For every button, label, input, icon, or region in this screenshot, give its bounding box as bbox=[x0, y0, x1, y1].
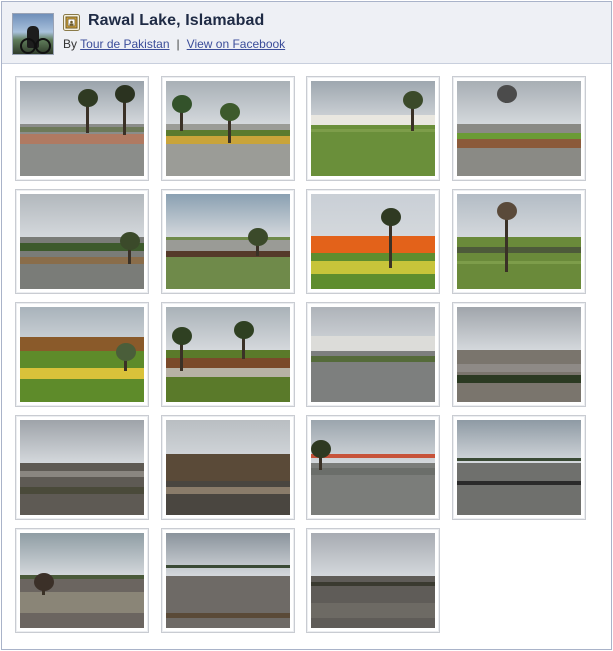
by-label: By bbox=[63, 37, 78, 51]
photo-image bbox=[311, 307, 435, 402]
album-widget: Rawal Lake, Islamabad By Tour de Pakista… bbox=[1, 1, 612, 650]
photo-thumbnail-wooden-bench-path[interactable] bbox=[161, 302, 295, 407]
photo-thumbnail-rocky-lakeshore-sunset[interactable] bbox=[306, 528, 440, 633]
photo-image bbox=[311, 533, 435, 628]
view-on-facebook-link[interactable]: View on Facebook bbox=[187, 37, 286, 51]
photo-image bbox=[20, 420, 144, 515]
photo-image bbox=[166, 533, 290, 628]
photo-thumbnail-bare-tree-lawn[interactable] bbox=[452, 189, 586, 294]
photo-thumbnail-gazebo-flower-garden[interactable] bbox=[15, 302, 149, 407]
photo-thumbnail-lake-shore-hut[interactable] bbox=[15, 528, 149, 633]
photo-image bbox=[166, 307, 290, 402]
photo-thumbnail-thatched-hut-deck[interactable] bbox=[161, 415, 295, 520]
author-link[interactable]: Tour de Pakistan bbox=[80, 37, 169, 51]
photo-image bbox=[20, 194, 144, 289]
photo-image bbox=[311, 420, 435, 515]
album-header: Rawal Lake, Islamabad By Tour de Pakista… bbox=[2, 2, 611, 64]
photo-thumbnail-ducks-on-lake[interactable] bbox=[452, 415, 586, 520]
album-byline: By Tour de Pakistan | View on Facebook bbox=[63, 37, 285, 51]
photo-image bbox=[457, 307, 581, 402]
photo-thumbnail-paved-plaza-lake[interactable] bbox=[306, 415, 440, 520]
photo-image bbox=[457, 194, 581, 289]
album-cover-photo[interactable] bbox=[12, 13, 54, 55]
photo-thumbnail-lake-promenade-trees[interactable] bbox=[15, 76, 149, 181]
photo-thumbnail-tent-pavilion-plaza[interactable] bbox=[306, 302, 440, 407]
photo-thumbnail-benches-terrace[interactable] bbox=[161, 189, 295, 294]
photo-image bbox=[20, 533, 144, 628]
album-title: Rawal Lake, Islamabad bbox=[88, 12, 265, 29]
photo-thumbnail-cloudy-lakeshore[interactable] bbox=[452, 302, 586, 407]
photo-image bbox=[166, 194, 290, 289]
photo-thumbnail-garden-walkway-flowerbed[interactable] bbox=[161, 76, 295, 181]
photo-image bbox=[166, 420, 290, 515]
photo-thumbnail-lake-with-boat[interactable] bbox=[161, 528, 295, 633]
photo-thumbnail-round-flowerbed-pole[interactable] bbox=[452, 76, 586, 181]
photo-image bbox=[20, 307, 144, 402]
photo-thumbnail-wet-terrace-planters[interactable] bbox=[15, 189, 149, 294]
photo-image bbox=[457, 420, 581, 515]
photo-grid bbox=[2, 64, 611, 649]
photo-image bbox=[457, 81, 581, 176]
photo-thumbnail-orange-canna-flower[interactable] bbox=[306, 189, 440, 294]
photo-thumbnail-cloudy-lake-view[interactable] bbox=[15, 415, 149, 520]
photo-image bbox=[166, 81, 290, 176]
photo-image bbox=[20, 81, 144, 176]
photo-image bbox=[311, 81, 435, 176]
photo-image bbox=[311, 194, 435, 289]
byline-separator: | bbox=[176, 37, 180, 51]
photo-thumbnail-lawn-with-canopy-tent[interactable] bbox=[306, 76, 440, 181]
photo-album-icon bbox=[63, 14, 80, 31]
